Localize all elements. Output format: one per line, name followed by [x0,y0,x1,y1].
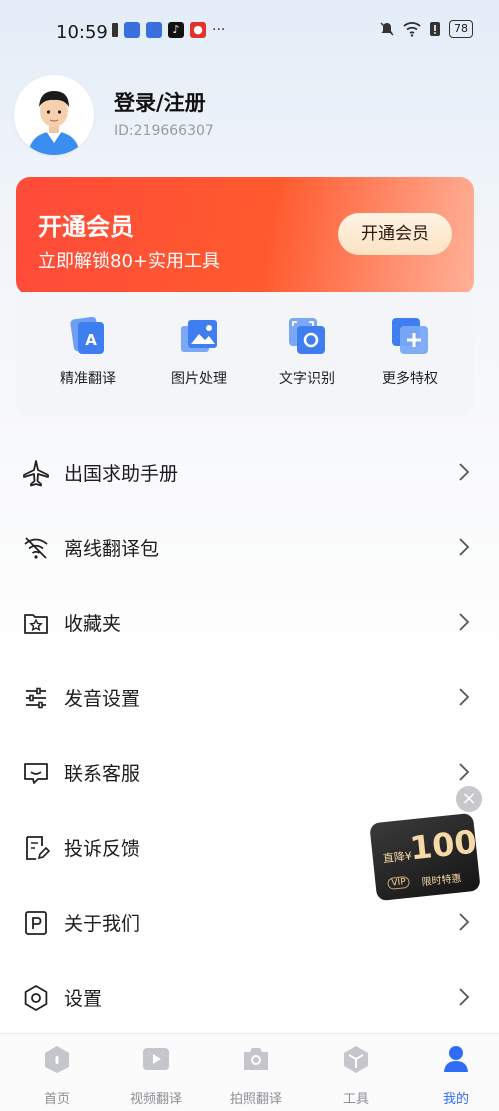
vip-banner[interactable]: 开通会员 立即解锁80+实用工具 开通会员 [16,177,474,295]
menu-label: 设置 [64,988,103,1010]
perk-label: 更多特权 [382,371,438,387]
menu-item-travel-guide[interactable]: 出国求助手册 [0,435,499,509]
chevron-right-icon [459,913,470,931]
perk-more-privileges[interactable]: 更多特权 [360,316,460,388]
promo-tag: 限时特惠 [421,873,463,889]
status-right: 78 [379,20,473,38]
tab-photo-translate[interactable]: 拍照翻译 [211,1044,301,1107]
user-id: ID:219666307 [114,123,214,139]
menu-label: 联系客服 [64,763,141,785]
person-icon [444,1046,468,1072]
promo-card: 直降¥ 100 VIP 限时特惠 [369,812,481,902]
camera-icon [244,1048,268,1070]
svg-text:A: A [85,331,97,349]
status-bar: 10:59 ♪ ● ··· 78 [0,0,499,62]
battery-indicator: 78 [449,20,473,38]
promo-close-button[interactable]: × [456,786,482,812]
menu-label: 关于我们 [64,913,141,935]
menu-label: 离线翻译包 [64,538,160,560]
notification-icons: ♪ ● ··· [112,22,225,38]
text-recognition-icon [289,318,325,354]
wifi-icon [403,22,421,37]
chevron-right-icon [459,613,470,631]
more-notifications-icon: ··· [212,22,226,38]
promo-prefix: 直降¥ [382,849,413,866]
airplane-icon [23,460,49,487]
menu-item-settings[interactable]: 设置 [0,960,499,1034]
tab-label: 拍照翻译 [229,1092,282,1107]
tools-icon [344,1046,368,1073]
sim-alert-icon [430,22,440,36]
chevron-right-icon [459,688,470,706]
battery-saver-icon [112,23,118,37]
image-icon [181,320,217,352]
vip-subtitle: 立即解锁80+实用工具 [38,251,220,272]
promo-vip-badge: VIP [386,875,411,891]
app-notification-icon [146,22,162,38]
feedback-icon [26,836,50,860]
menu-item-customer-service[interactable]: 联系客服 [0,735,499,809]
tab-label: 首页 [43,1092,70,1107]
wifi-off-icon [24,537,48,559]
tiktok-icon: ♪ [168,22,184,38]
video-icon [143,1048,169,1070]
perk-label: 精准翻译 [60,371,116,387]
menu-label: 收藏夹 [64,613,122,635]
perk-text-recognition[interactable]: 文字识别 [257,316,357,388]
gear-icon [24,985,48,1011]
open-vip-button[interactable]: 开通会员 [338,213,452,255]
menu-item-favorites[interactable]: 收藏夹 [0,585,499,659]
tab-label: 我的 [442,1092,469,1107]
perk-image-processing[interactable]: 图片处理 [149,316,249,388]
home-icon [45,1046,69,1073]
status-time: 10:59 [56,22,108,43]
chevron-right-icon [459,463,470,481]
perk-label: 文字识别 [279,371,335,387]
menu-label: 出国求助手册 [64,463,179,485]
login-register-link[interactable]: 登录/注册 [114,87,206,117]
promo-amount: 100 [408,822,479,868]
chevron-right-icon [459,538,470,556]
app-notification-icon [124,22,140,38]
mute-icon [380,22,394,36]
vip-discount-promo[interactable]: 直降¥ 100 VIP 限时特惠 [369,812,481,902]
translate-doc-icon: A [70,316,104,354]
chevron-right-icon [459,988,470,1006]
sliders-icon [26,687,46,709]
menu-label: 发音设置 [64,688,141,710]
vip-perks: A 精准翻译 图片处理 文字识别 更多特权 [16,292,474,416]
tab-home[interactable]: 首页 [12,1044,102,1107]
p-badge-icon [25,911,47,935]
perk-precise-translation[interactable]: A 精准翻译 [38,316,138,388]
bottom-tab-bar: 首页 视频翻译 拍照翻译 工具 我的 [0,1033,499,1111]
chevron-right-icon [459,763,470,781]
vip-title: 开通会员 [38,213,134,241]
plus-icon [392,318,428,354]
profile-header[interactable]: 登录/注册 ID:219666307 [14,75,484,165]
avatar[interactable] [14,75,94,155]
tab-tools[interactable]: 工具 [311,1044,401,1107]
tab-video-translate[interactable]: 视频翻译 [111,1044,201,1107]
menu-label: 投诉反馈 [64,838,141,860]
tab-label: 工具 [342,1092,369,1107]
star-folder-icon [24,614,48,634]
app-notification-icon: ● [190,22,206,38]
chat-icon [24,763,48,784]
perk-label: 图片处理 [171,371,227,387]
menu-item-pronunciation-settings[interactable]: 发音设置 [0,660,499,734]
tab-mine[interactable]: 我的 [411,1044,499,1107]
tab-label: 视频翻译 [129,1092,182,1107]
menu-item-offline-pack[interactable]: 离线翻译包 [0,510,499,584]
